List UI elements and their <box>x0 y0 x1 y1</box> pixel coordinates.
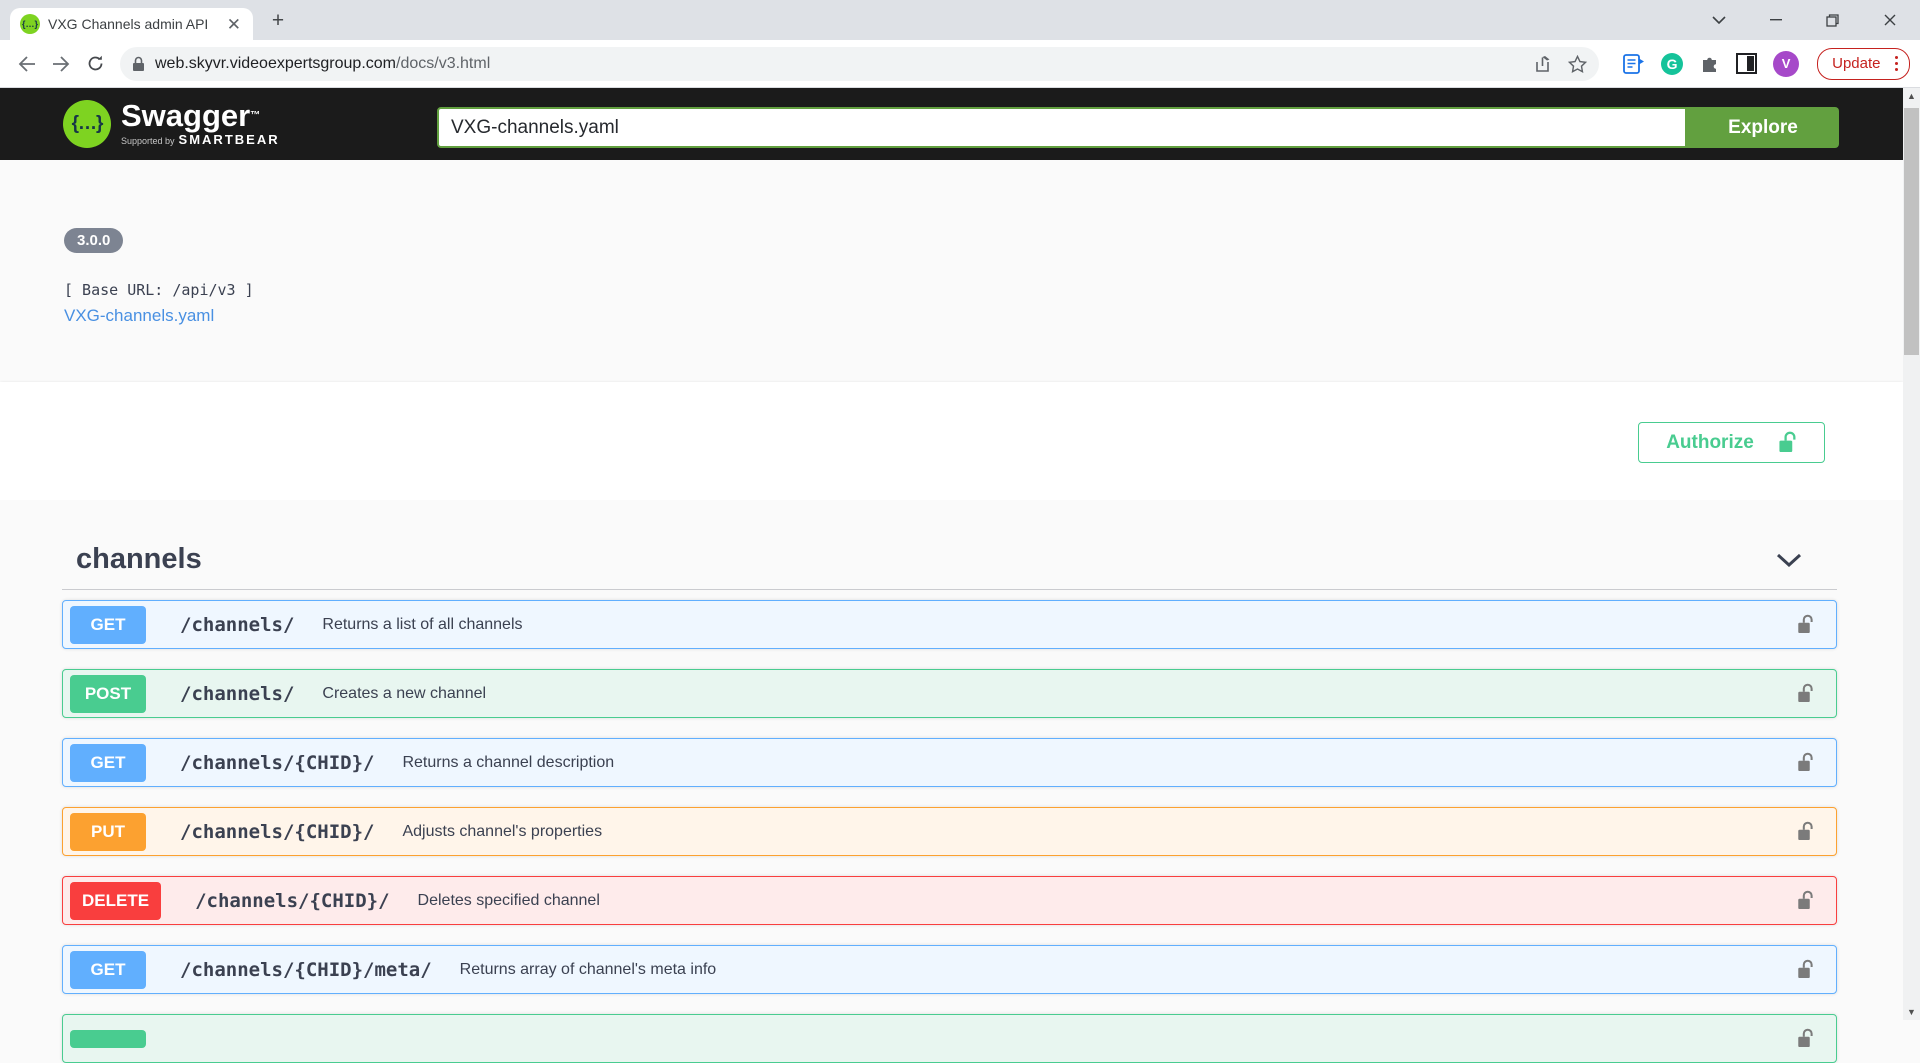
swagger-logo[interactable]: {…} Swagger™ Supported bySMARTBEAR <box>63 100 280 148</box>
operation-description: Creates a new channel <box>322 685 486 703</box>
spec-url-input[interactable] <box>437 107 1687 148</box>
operations-list: GET /channels/ Returns a list of all cha… <box>62 600 1837 1063</box>
operation-description: Returns a channel description <box>402 754 614 772</box>
page-scrollbar[interactable]: ▲ ▼ <box>1903 88 1920 1020</box>
operation-row[interactable]: GET /channels/{CHID}/meta/ Returns array… <box>62 945 1837 994</box>
window-controls <box>1690 0 1918 40</box>
auth-lock-icon[interactable] <box>1797 683 1814 704</box>
tag-header[interactable]: channels <box>62 500 1837 590</box>
auth-lock-icon[interactable] <box>1797 1028 1814 1049</box>
collapse-chevron-icon[interactable] <box>1776 553 1802 567</box>
operation-description: Returns a list of all channels <box>322 616 522 634</box>
browser-toolbar: web.skyvr.videoexpertsgroup.com/docs/v3.… <box>0 40 1920 88</box>
tag-title: channels <box>76 543 202 576</box>
grammarly-icon[interactable]: G <box>1661 53 1683 75</box>
scroll-down-icon[interactable]: ▼ <box>1903 1004 1920 1020</box>
method-badge: GET <box>70 951 146 989</box>
method-badge: DELETE <box>70 882 161 920</box>
explore-button[interactable]: Explore <box>1687 107 1839 148</box>
method-badge: GET <box>70 744 146 782</box>
scheme-container: Authorize <box>0 382 1903 500</box>
operation-path: /channels/ <box>180 683 294 705</box>
operation-row[interactable]: DELETE /channels/{CHID}/ Deletes specifi… <box>62 876 1837 925</box>
contrast-square-icon[interactable] <box>1736 53 1757 74</box>
authorize-label: Authorize <box>1666 432 1754 454</box>
forward-icon[interactable] <box>44 47 78 81</box>
operation-path: /channels/{CHID}/ <box>180 821 374 843</box>
tab-search-chevron-icon[interactable] <box>1690 0 1747 40</box>
auth-lock-icon[interactable] <box>1797 959 1814 980</box>
menu-dots-icon[interactable] <box>1890 56 1904 72</box>
operation-path: /channels/{CHID}/ <box>195 890 389 912</box>
operation-path: /channels/{CHID}/meta/ <box>180 959 432 981</box>
back-icon[interactable] <box>10 47 44 81</box>
operation-row[interactable]: GET /channels/ Returns a list of all cha… <box>62 600 1837 649</box>
extensions-area: G V <box>1623 51 1799 77</box>
auth-lock-icon[interactable] <box>1797 752 1814 773</box>
openapi-version-badge: 3.0.0 <box>64 228 123 253</box>
swagger-logo-icon: {…} <box>63 100 111 148</box>
share-icon[interactable] <box>1535 55 1554 73</box>
swagger-logo-text: Swagger™ <box>121 101 280 131</box>
operation-row[interactable]: GET /channels/{CHID}/ Returns a channel … <box>62 738 1837 787</box>
smartbear-tagline: Supported bySMARTBEAR <box>121 132 280 147</box>
auth-lock-icon[interactable] <box>1797 821 1814 842</box>
scroll-up-icon[interactable]: ▲ <box>1903 88 1920 104</box>
update-label: Update <box>1832 55 1880 72</box>
url-text[interactable]: web.skyvr.videoexpertsgroup.com/docs/v3.… <box>155 55 1521 73</box>
api-info-section: 3.0.0 [ Base URL: /api/v3 ] VXG-channels… <box>0 160 1903 382</box>
new-tab-button[interactable]: + <box>266 9 290 33</box>
auth-lock-icon[interactable] <box>1797 890 1814 911</box>
secure-lock-icon[interactable] <box>132 56 145 72</box>
operation-path: /channels/{CHID}/ <box>180 752 374 774</box>
refresh-icon[interactable] <box>78 47 112 81</box>
method-badge: POST <box>70 675 146 713</box>
method-badge <box>70 1030 146 1048</box>
restore-icon[interactable] <box>1804 0 1861 40</box>
auth-lock-icon[interactable] <box>1797 614 1814 635</box>
operations-section: channels GET /channels/ Returns a list o… <box>0 500 1903 1020</box>
scrollbar-thumb[interactable] <box>1904 108 1919 355</box>
operation-description: Returns array of channel's meta info <box>460 961 717 979</box>
close-icon[interactable] <box>1861 0 1918 40</box>
spec-file-link[interactable]: VXG-channels.yaml <box>64 306 214 326</box>
operation-description: Deletes specified channel <box>418 892 600 910</box>
swagger-topbar: {…} Swagger™ Supported bySMARTBEAR Explo… <box>0 88 1903 160</box>
tab-strip: {…} VXG Channels admin API ✕ + <box>0 0 1920 40</box>
update-button[interactable]: Update <box>1817 48 1910 80</box>
method-badge: PUT <box>70 813 146 851</box>
base-url: [ Base URL: /api/v3 ] <box>64 281 1903 299</box>
doc-extension-icon[interactable] <box>1623 54 1645 74</box>
tab-title: VXG Channels admin API <box>48 16 225 32</box>
operation-path: /channels/ <box>180 614 294 636</box>
authorize-button[interactable]: Authorize <box>1638 422 1825 463</box>
puzzle-extensions-icon[interactable] <box>1699 53 1720 74</box>
operation-row[interactable] <box>62 1014 1837 1063</box>
operation-description: Adjusts channel's properties <box>402 823 602 841</box>
tab-close-icon[interactable]: ✕ <box>225 16 243 33</box>
profile-avatar[interactable]: V <box>1773 51 1799 77</box>
swagger-favicon-icon: {…} <box>20 14 40 34</box>
unlocked-padlock-icon <box>1778 431 1797 454</box>
browser-tab[interactable]: {…} VXG Channels admin API ✕ <box>10 8 253 40</box>
url-bar[interactable]: web.skyvr.videoexpertsgroup.com/docs/v3.… <box>120 47 1599 81</box>
bookmark-star-icon[interactable] <box>1568 55 1587 73</box>
operation-row[interactable]: PUT /channels/{CHID}/ Adjusts channel's … <box>62 807 1837 856</box>
operation-row[interactable]: POST /channels/ Creates a new channel <box>62 669 1837 718</box>
method-badge: GET <box>70 606 146 644</box>
minimize-icon[interactable] <box>1747 0 1804 40</box>
